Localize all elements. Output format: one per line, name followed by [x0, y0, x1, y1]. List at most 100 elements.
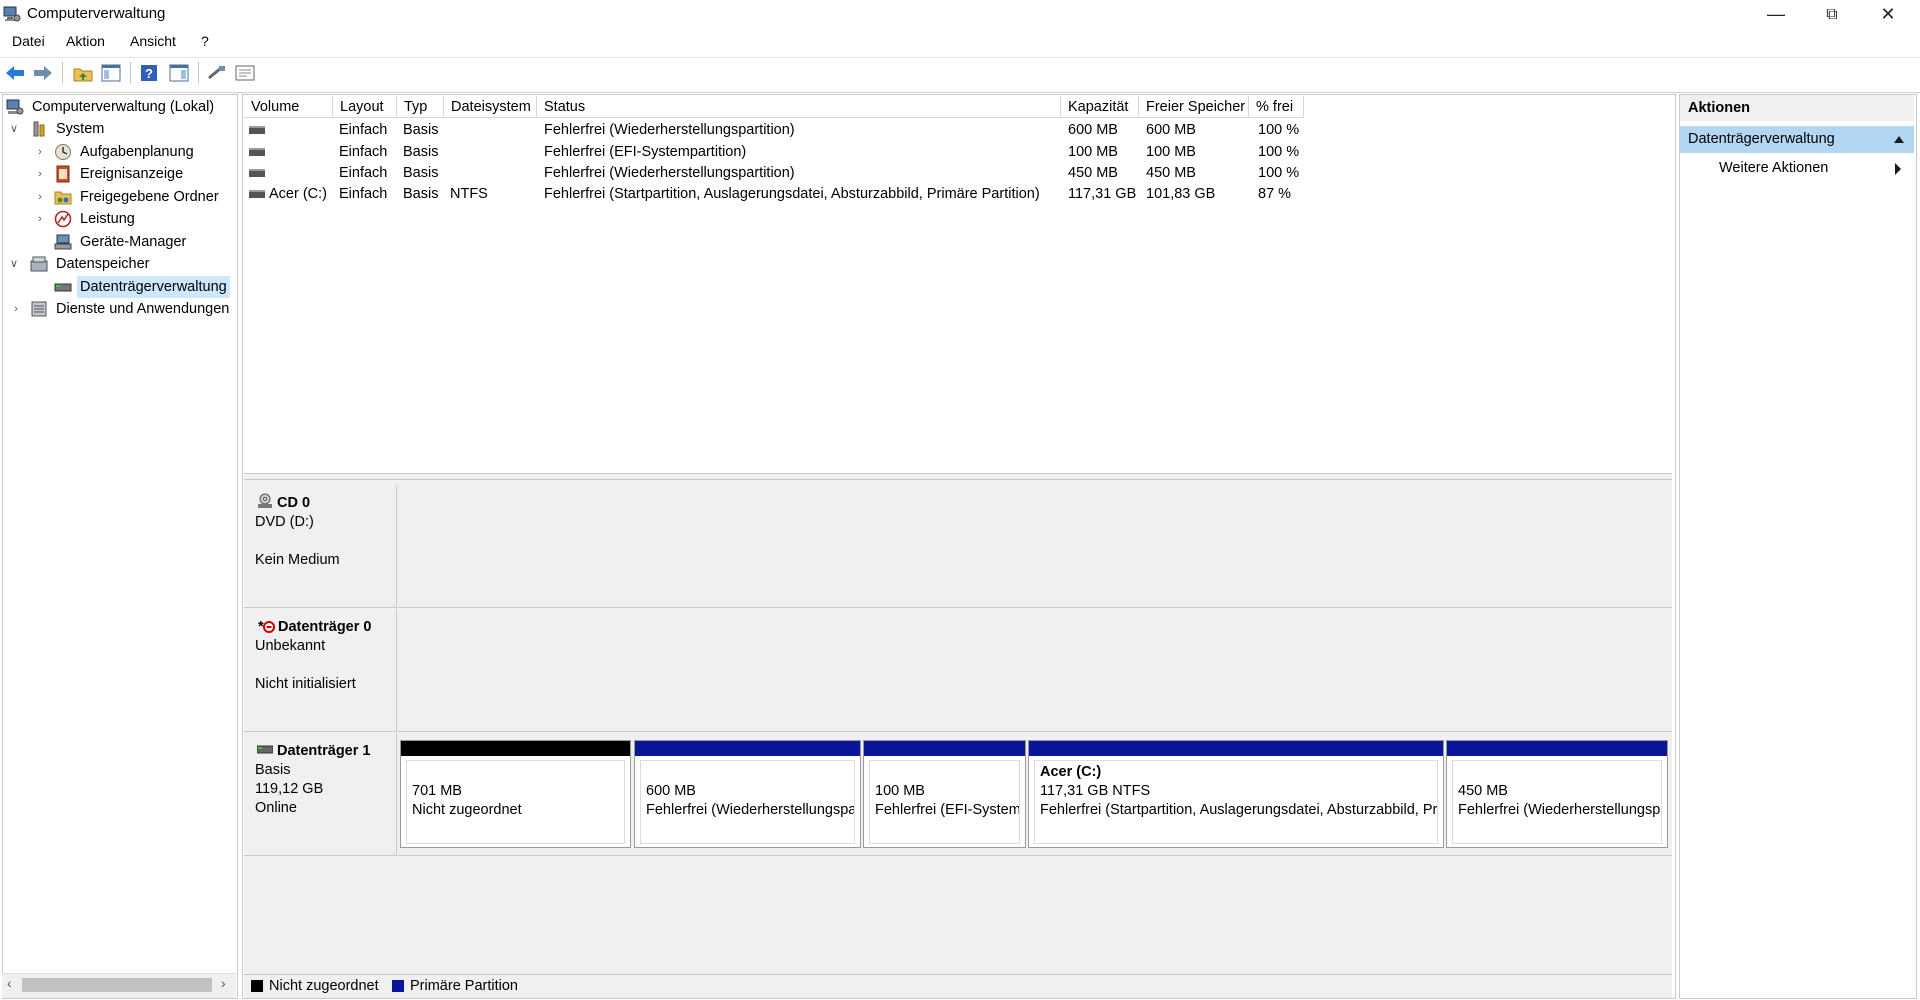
cell-status: Fehlerfrei (Startpartition, Auslagerungs… [544, 186, 1040, 202]
partition-acer-c[interactable]: Acer (C:) 117,31 GB NTFS Fehlerfrei (Sta… [1028, 740, 1444, 848]
action-weitere-aktionen[interactable]: Weitere Aktionen [1719, 160, 1828, 176]
minimize-button[interactable]: — [1748, 0, 1804, 29]
partition-color-bar [1029, 741, 1443, 756]
column-header-kapazitaet[interactable]: Kapazität [1061, 96, 1139, 118]
show-hide-tree-icon [101, 64, 121, 82]
back-arrow-icon [6, 66, 24, 80]
volume-icon [249, 148, 265, 156]
partition-size: 600 MB [646, 783, 696, 799]
tree-label: Computerverwaltung (Lokal) [32, 99, 215, 115]
column-header-freier-speicher[interactable]: Freier Speicher [1139, 96, 1249, 118]
partition-info: 600 MB Fehlerfrei (Wiederherstellungspar… [640, 760, 855, 844]
menu-help[interactable]: ? [201, 33, 209, 49]
menu-aktion[interactable]: Aktion [66, 33, 105, 49]
menu-ansicht[interactable]: Ansicht [130, 33, 176, 49]
cell-layout: Einfach [339, 165, 388, 181]
close-button[interactable]: ✕ [1860, 0, 1916, 29]
chevron-down-icon[interactable]: ∨ [8, 118, 20, 140]
show-hide-tree-button[interactable] [100, 62, 122, 84]
scrollbar-thumb[interactable] [22, 978, 212, 992]
disk-label-disk1[interactable]: Datenträger 1 Basis 119,12 GB Online [244, 733, 397, 856]
actions-section-datentraegerverwaltung[interactable]: Datenträgerverwaltung [1680, 126, 1914, 153]
forward-arrow-icon [34, 66, 52, 80]
cell-layout: Einfach [339, 186, 388, 202]
chevron-right-icon[interactable]: › [34, 163, 46, 185]
connect-button[interactable] [206, 62, 228, 84]
partition-title: Acer (C:) [1040, 764, 1102, 780]
partition-unallocated[interactable]: 701 MB Nicht zugeordnet [400, 740, 631, 848]
toolbar-separator [62, 62, 63, 84]
partition-recovery-1[interactable]: 600 MB Fehlerfrei (Wiederherstellungspar… [634, 740, 861, 848]
column-header-typ[interactable]: Typ [397, 96, 444, 118]
submenu-arrow-icon [1895, 163, 1901, 175]
column-header-dateisystem[interactable]: Dateisystem [444, 96, 537, 118]
up-level-button[interactable] [72, 62, 94, 84]
partition-title [646, 763, 849, 782]
show-hide-action-pane-button[interactable] [168, 62, 190, 84]
disk-management-icon [54, 283, 72, 292]
back-button[interactable] [4, 62, 26, 84]
disk-state: Nicht initialisiert [255, 676, 356, 692]
partition-info: 100 MB Fehlerfrei (EFI-Systempartition) [869, 760, 1020, 844]
chevron-down-icon[interactable]: ∨ [8, 253, 20, 275]
column-header-status[interactable]: Status [537, 96, 1061, 118]
disk-area-disk0[interactable] [398, 609, 1672, 732]
partition-size: 701 MB [412, 783, 462, 799]
scroll-left-icon[interactable]: ‹ [7, 975, 12, 991]
disk-name: Datenträger 1 [277, 743, 371, 759]
forward-button[interactable] [32, 62, 54, 84]
cell-frei: 101,83 GB [1146, 186, 1216, 202]
cell-layout: Einfach [339, 144, 388, 160]
tree-label: Dienste und Anwendungen [56, 301, 230, 317]
partition-recovery-2[interactable]: 450 MB Fehlerfrei (Wiederherstellungspar… [1446, 740, 1668, 848]
chevron-right-icon[interactable]: › [34, 186, 46, 208]
cell-typ: Basis [403, 122, 439, 138]
partition-info: 450 MB Fehlerfrei (Wiederherstellungspar… [1452, 760, 1662, 844]
chevron-right-icon[interactable]: › [10, 298, 22, 320]
action-label: Weitere Aktionen [1719, 160, 1829, 176]
volume-icon [249, 190, 265, 198]
disk-label-cd0[interactable]: CD 0 DVD (D:) Kein Medium [244, 485, 397, 608]
column-header-volume[interactable]: Volume [244, 96, 333, 118]
pane-splitter[interactable] [244, 473, 1672, 480]
tree-label: Geräte-Manager [80, 234, 187, 250]
toolbar-separator [198, 62, 199, 84]
partition-color-bar [864, 741, 1025, 756]
event-viewer-icon [56, 165, 70, 183]
chevron-right-icon[interactable]: › [34, 141, 46, 163]
restore-button[interactable]: ⧉ [1804, 0, 1860, 29]
cd-drive-icon [258, 493, 272, 508]
column-header-layout[interactable]: Layout [333, 96, 397, 118]
help-icon: ? [141, 65, 157, 81]
legend-unallocated-label: Nicht zugeordnet [269, 978, 379, 994]
tree-label: Datenträgerverwaltung [77, 276, 230, 298]
disk-size: 119,12 GB [255, 781, 324, 797]
column-header-prozent-frei[interactable]: % frei [1249, 96, 1304, 118]
disk-name: CD 0 [277, 495, 311, 511]
cell-prozent: 100 % [1258, 165, 1300, 181]
properties-button[interactable] [234, 62, 256, 84]
disk-area-cd0[interactable] [398, 485, 1672, 608]
storage-icon [30, 256, 48, 272]
scroll-right-icon[interactable]: › [221, 975, 226, 991]
folder-up-icon [73, 68, 93, 82]
close-icon: ✕ [1880, 4, 1896, 24]
cell-status: Fehlerfrei (Wiederherstellungspartition) [544, 122, 795, 138]
svg-text:?: ? [145, 66, 153, 81]
volume-icon [249, 169, 265, 177]
chevron-right-icon[interactable]: › [34, 208, 46, 230]
help-button[interactable]: ? [138, 62, 160, 84]
shared-folder-icon [54, 191, 72, 205]
disk-label-disk0[interactable]: * Datenträger 0 Unbekannt Nicht initiali… [244, 609, 397, 732]
cell-kapazitaet: 117,31 GB [1068, 186, 1137, 202]
cell-prozent: 100 % [1258, 122, 1300, 138]
cell-frei: 100 MB [1146, 144, 1196, 160]
cell-status: Fehlerfrei (Wiederherstellungspartition) [544, 165, 795, 181]
menu-datei[interactable]: Datei [12, 33, 45, 49]
partition-efi[interactable]: 100 MB Fehlerfrei (EFI-Systempartition) [863, 740, 1026, 848]
partition-size: 117,31 GB NTFS [1040, 783, 1151, 799]
collapse-up-icon[interactable] [1894, 135, 1904, 143]
computer-management-icon [3, 6, 21, 22]
disk-type: Unbekannt [255, 638, 326, 654]
properties-icon [235, 65, 255, 81]
